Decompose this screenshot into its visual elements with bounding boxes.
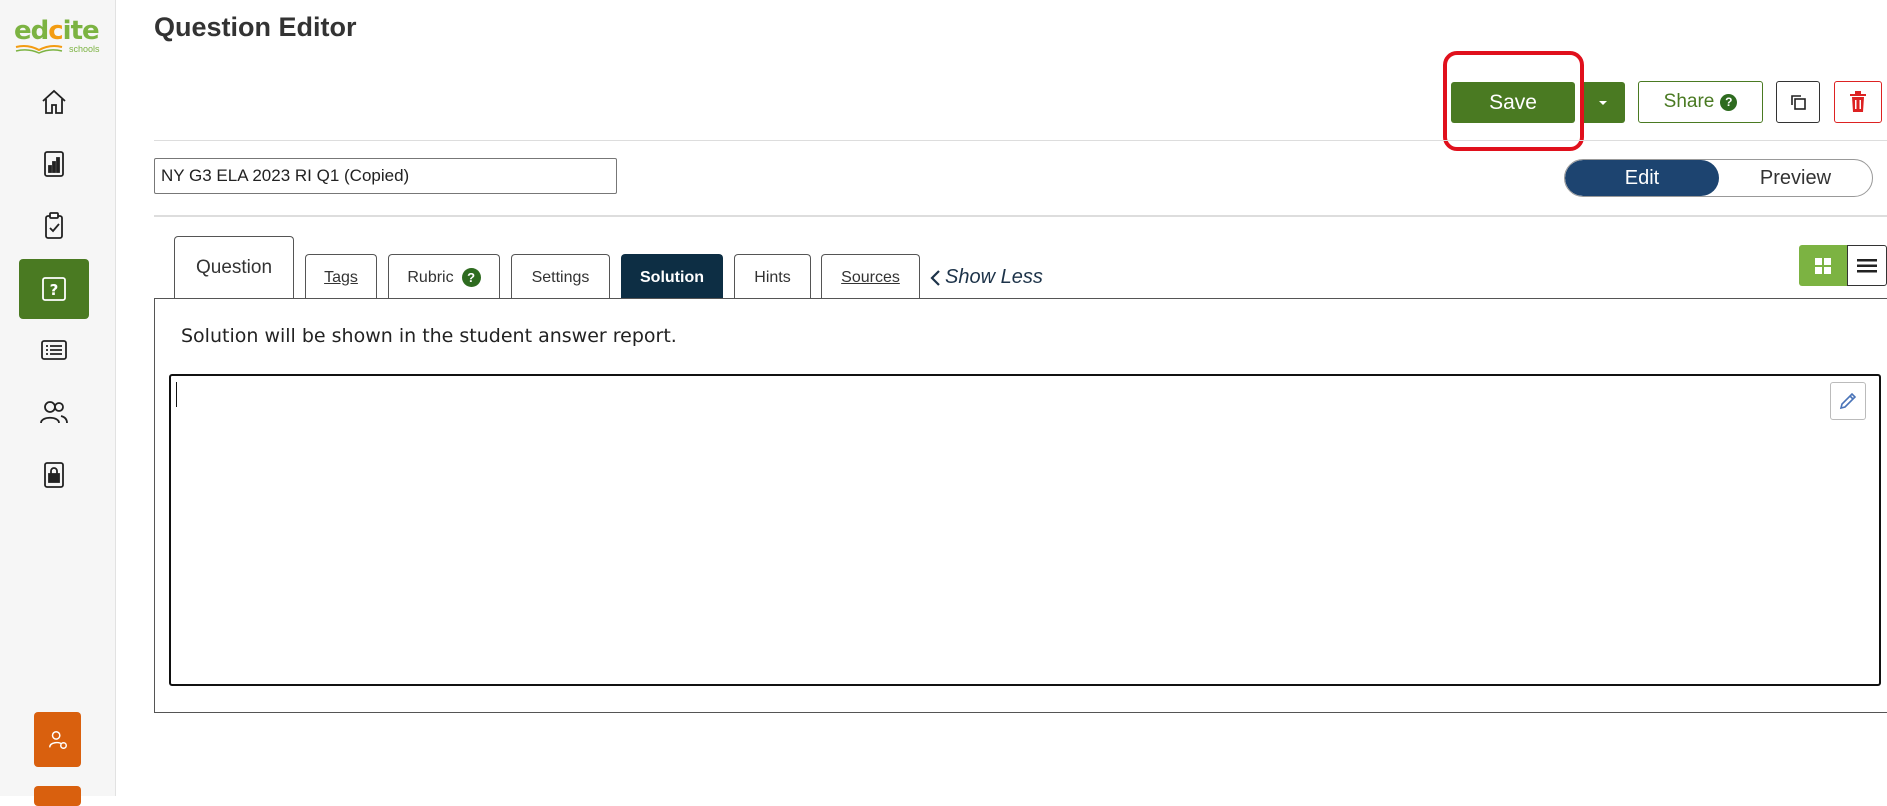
save-options-dropdown[interactable] (1580, 82, 1625, 123)
logo-book-icon (15, 45, 63, 54)
lock-icon (44, 462, 64, 488)
sidebar-item-home[interactable] (19, 72, 89, 132)
chevron-left-icon (930, 269, 940, 286)
share-label: Share (1663, 91, 1715, 112)
logo-subtitle: schools (69, 44, 100, 54)
tab-solution-label: Solution (640, 268, 704, 286)
tab-question-label: Question (195, 256, 273, 278)
tab-tags-label: Tags (324, 268, 358, 286)
clipboard-check-icon (45, 212, 63, 239)
delete-button[interactable] (1834, 81, 1882, 123)
user-settings-icon (48, 730, 67, 749)
tab-settings[interactable]: Settings (511, 254, 610, 300)
copy-icon (1791, 95, 1806, 110)
sidebar-item-lists[interactable] (19, 320, 89, 380)
grid-view-button[interactable] (1799, 245, 1847, 286)
logo-wordmark: edcite (14, 16, 100, 46)
show-less-label: Show Less (945, 266, 1043, 288)
sidebar-extra-button[interactable] (34, 786, 81, 806)
svg-text:?: ? (50, 281, 59, 299)
sidebar-item-reports[interactable] (19, 134, 89, 194)
grid-icon (1815, 257, 1831, 274)
question-icon: ? (42, 277, 66, 301)
tab-rubric[interactable]: Rubric ? (388, 254, 500, 300)
caret-down-icon (1598, 100, 1607, 105)
page-title: Question Editor (154, 12, 357, 42)
share-help-icon: ? (1720, 93, 1738, 111)
save-button[interactable]: Save (1451, 82, 1575, 123)
pencil-icon (1839, 392, 1857, 410)
solution-editor[interactable] (169, 374, 1881, 686)
sidebar-item-classes[interactable] (19, 382, 89, 442)
sidebar: edcite schools ? (0, 0, 116, 806)
trash-icon (1850, 91, 1866, 112)
show-less-link[interactable]: Show Less (929, 266, 1043, 289)
home-icon (42, 89, 66, 114)
toggle-edit[interactable]: Edit (1565, 160, 1719, 196)
tab-settings-label: Settings (531, 268, 590, 286)
tab-sources-label: Sources (841, 268, 900, 286)
tab-solution[interactable]: Solution (621, 254, 723, 300)
tab-rubric-label: Rubric (407, 268, 454, 286)
tab-question[interactable]: Question (174, 236, 294, 298)
share-button[interactable]: Share ? (1638, 81, 1763, 123)
tab-sources[interactable]: Sources (821, 254, 920, 300)
question-title-input[interactable] (154, 158, 617, 194)
sidebar-item-admin[interactable] (19, 445, 89, 505)
list-lines-icon (1857, 258, 1877, 272)
editor-edit-button[interactable] (1830, 382, 1866, 420)
solution-note: Solution will be shown in the student an… (181, 325, 677, 347)
tab-hints[interactable]: Hints (734, 254, 811, 300)
tab-tags[interactable]: Tags (305, 254, 377, 300)
rubric-help-icon[interactable]: ? (461, 268, 481, 287)
toggle-preview[interactable]: Preview (1719, 160, 1872, 196)
edcite-logo[interactable]: edcite schools (14, 16, 104, 58)
header-divider (154, 140, 1887, 141)
duplicate-button[interactable] (1776, 81, 1820, 123)
edit-preview-toggle[interactable]: Edit Preview (1564, 159, 1873, 197)
list-view-button[interactable] (1847, 245, 1887, 286)
list-icon (41, 340, 67, 360)
sidebar-item-assignments[interactable] (19, 196, 89, 256)
sidebar-user-settings-button[interactable] (34, 712, 81, 767)
tab-hints-label: Hints (754, 268, 791, 286)
bar-chart-icon (44, 151, 64, 177)
users-icon (40, 401, 68, 424)
section-divider (154, 215, 1887, 217)
text-cursor (176, 382, 177, 407)
sidebar-item-questions[interactable]: ? (19, 259, 89, 319)
